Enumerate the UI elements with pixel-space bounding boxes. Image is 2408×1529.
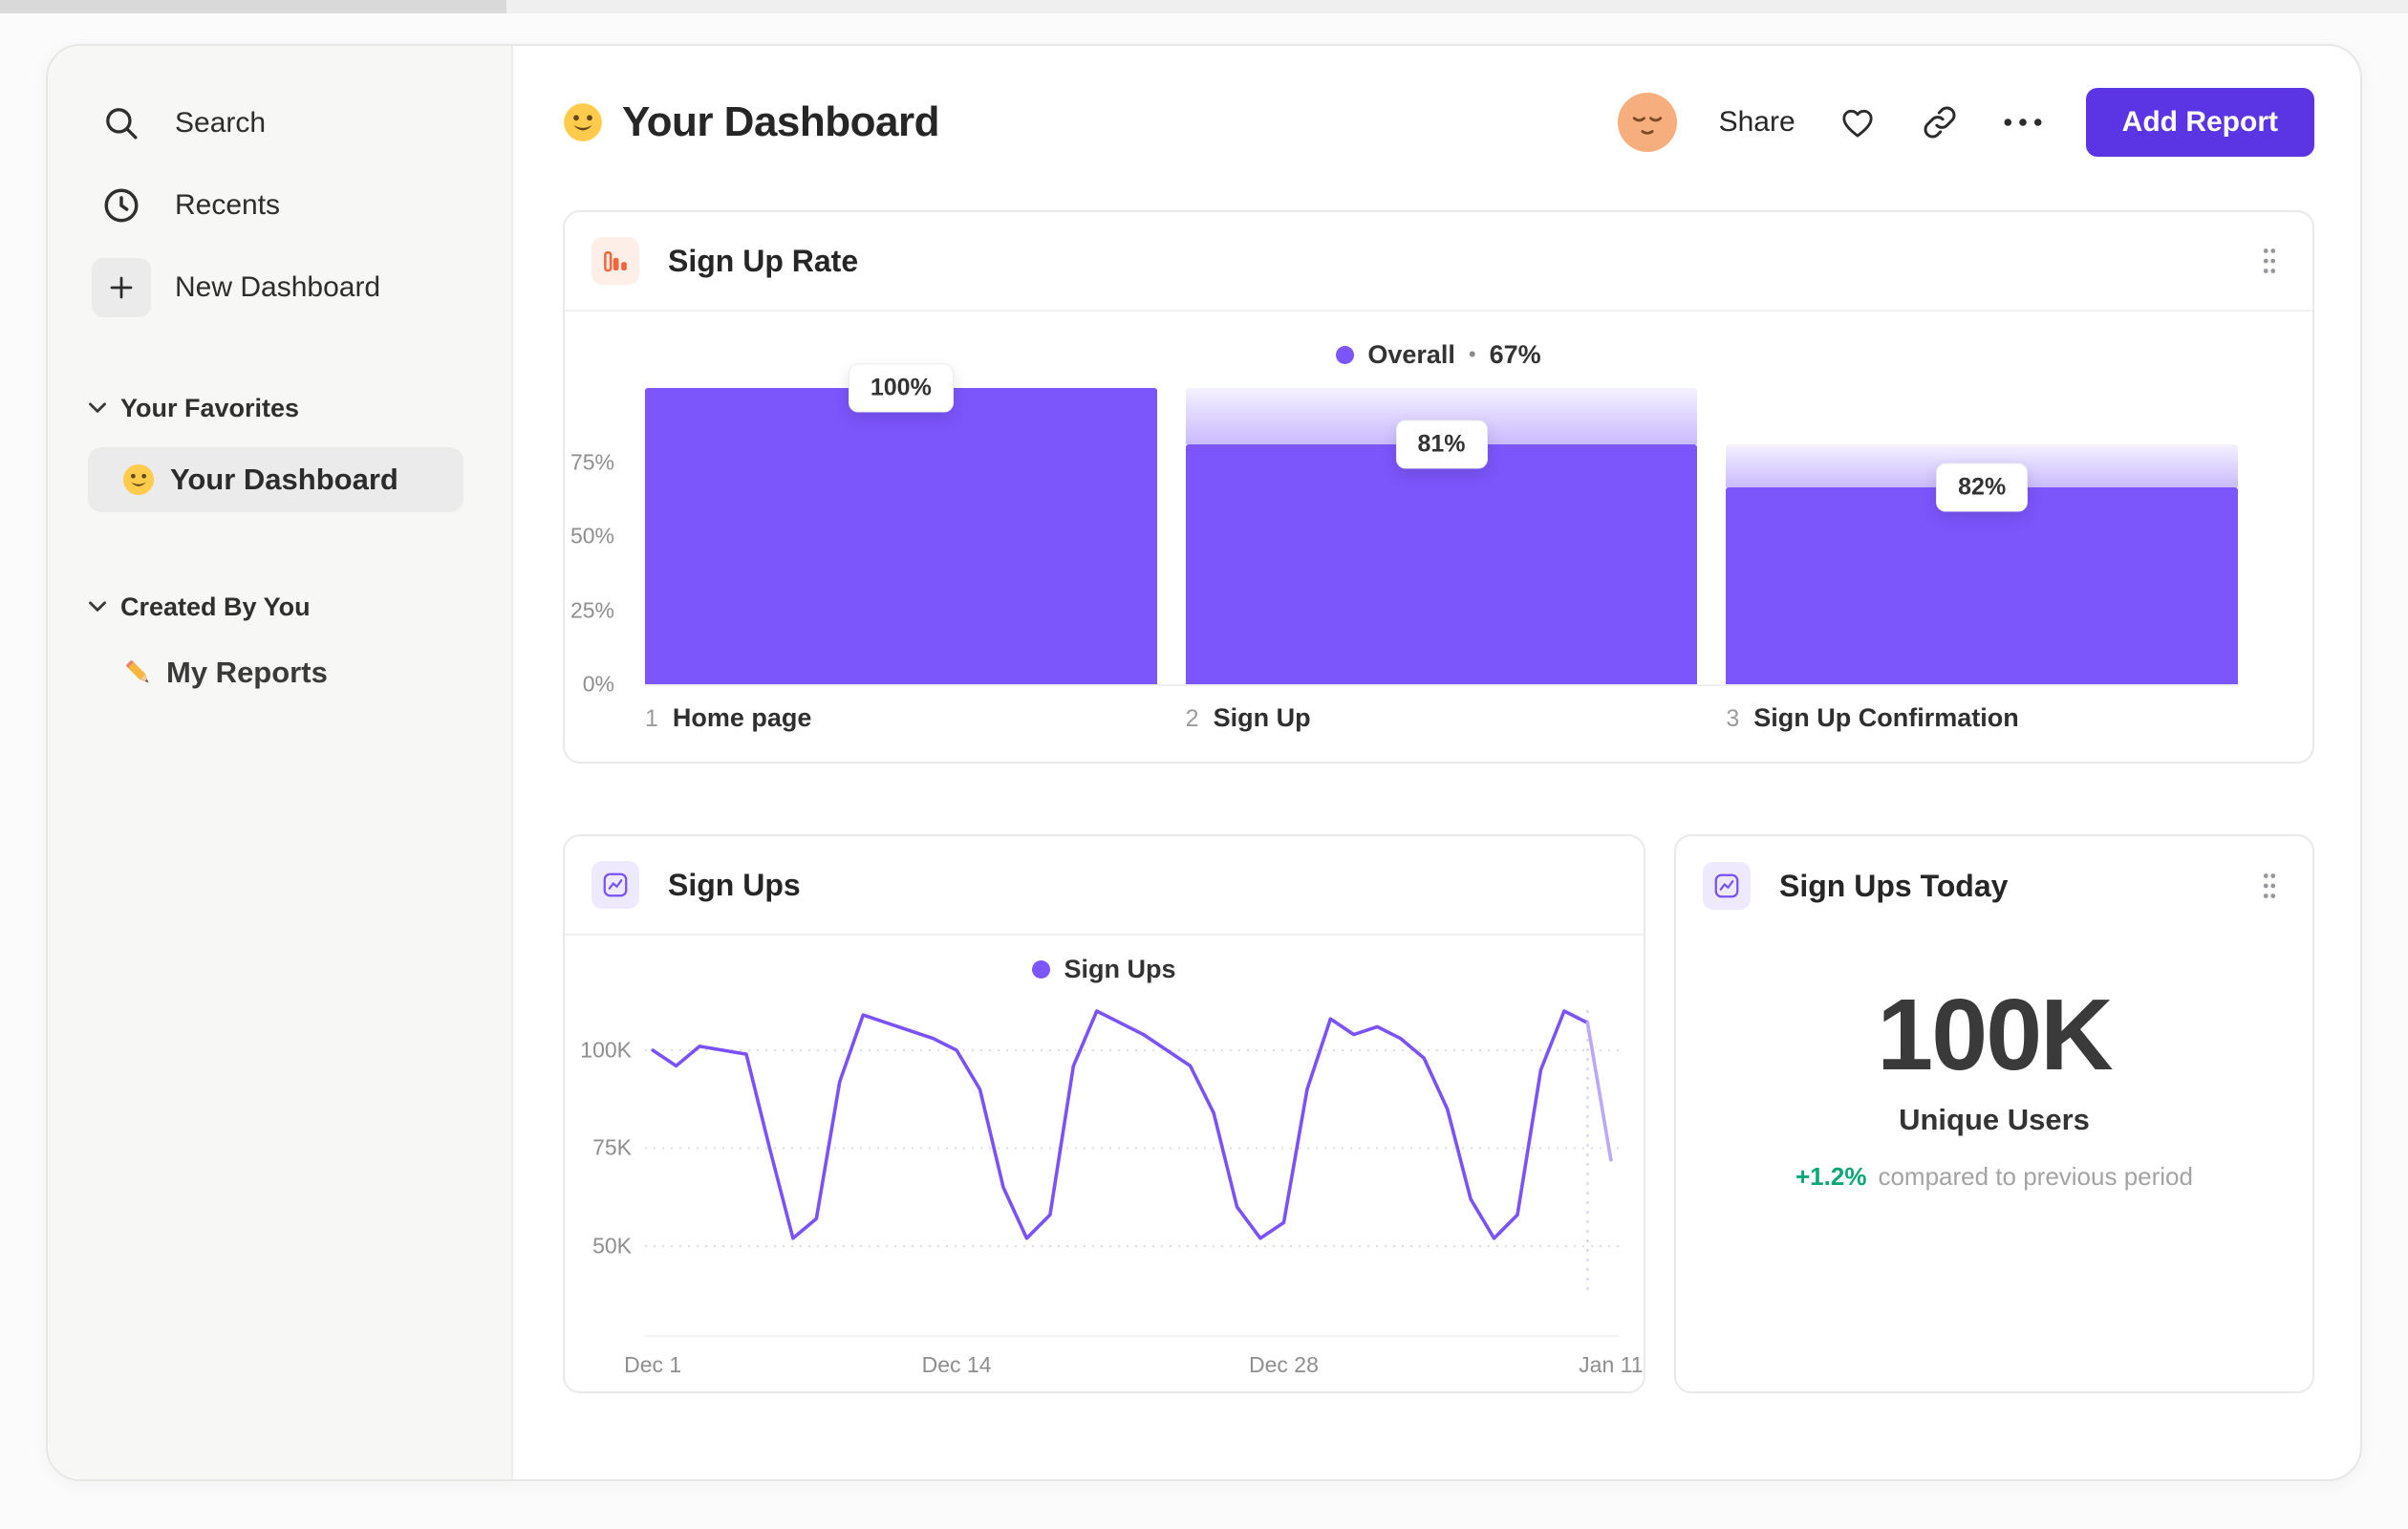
smiley-emoji-icon — [563, 102, 603, 142]
y-axis-tick-label: 50K — [592, 1233, 632, 1259]
legend-label: Overall — [1367, 339, 1455, 369]
legend-separator: • — [1468, 342, 1476, 366]
sign-up-rate-card: Sign Up Rate Overall • 67% 75% 50% 25% 0… — [563, 210, 2314, 764]
sidebar-item-label: Search — [175, 107, 267, 139]
sidebar-item-label: New Dashboard — [175, 271, 381, 303]
y-axis-tick-label: 75% — [570, 449, 614, 474]
step-number: 1 — [645, 705, 658, 732]
sidebar-item-label: Your Dashboard — [170, 463, 398, 496]
cards-row: Sign Ups Sign Ups 100K 75K 50K Dec 1 Dec 14… — [563, 834, 2314, 1393]
chevron-down-icon — [88, 401, 107, 415]
x-axis-tick-label: Dec 14 — [921, 1352, 992, 1377]
sign-ups-card: Sign Ups Sign Ups 100K 75K 50K Dec 1 Dec 14… — [563, 834, 1645, 1393]
funnel-step-labels: 1 Home page 2 Sign Up 3 Sign Up Confirma… — [645, 684, 2238, 762]
search-icon — [92, 94, 151, 153]
sidebar-item-recents[interactable]: Recents — [48, 164, 511, 247]
collaborator-avatar[interactable] — [1617, 93, 1677, 152]
funnel-bar-fill — [1185, 443, 1698, 684]
funnel-step-label: 2 Sign Up — [1186, 703, 1698, 733]
line-x-axis: Dec 1 Dec 14 Dec 28 Jan 11 — [624, 1335, 1644, 1390]
kpi-delta-row: +1.2% compared to previous period — [1795, 1162, 2193, 1192]
pencil-icon — [122, 657, 155, 689]
funnel-bar-home-page[interactable]: 100% — [645, 363, 1157, 684]
sign-ups-line-chart — [645, 997, 1619, 1335]
funnel-value-badge: 82% — [1936, 463, 2029, 512]
kpi-delta: +1.2% — [1795, 1161, 1867, 1191]
sign-ups-today-card: Sign Ups Today 100K Unique Users +1.2% c… — [1674, 834, 2314, 1393]
sidebar-item-your-dashboard[interactable]: Your Dashboard — [88, 447, 463, 512]
legend-dot — [1336, 345, 1355, 364]
funnel-step-label: 1 Home page — [645, 703, 1157, 733]
share-button[interactable]: Share — [1719, 106, 1795, 139]
dashboard-header: Your Dashboard Share Add Report — [563, 80, 2314, 164]
funnel-bar-fill — [1726, 487, 2239, 684]
line-legend: Sign Ups — [565, 947, 1644, 991]
funnel-y-axis: 75% 50% 25% 0% — [565, 388, 628, 697]
y-axis-tick-label: 100K — [580, 1037, 632, 1063]
kpi-delta-note: compared to previous period — [1878, 1161, 2193, 1191]
x-axis-tick-label: Dec 28 — [1249, 1352, 1319, 1377]
funnel-chart-icon — [591, 237, 639, 285]
funnel-value-badge: 81% — [1395, 420, 1488, 469]
step-name: Home page — [672, 703, 812, 732]
step-name: Sign Up — [1213, 703, 1311, 732]
step-name: Sign Up Confirmation — [1753, 703, 2019, 732]
section-title: Your Favorites — [120, 393, 300, 422]
favorites-section-header[interactable]: Your Favorites — [48, 382, 511, 434]
screen-edge-strip-dark — [0, 0, 506, 13]
app-window: Search Recents New Dashboard Your Favori — [46, 44, 2362, 1481]
kpi-label: Unique Users — [1899, 1102, 2090, 1136]
section-title: Created By You — [120, 592, 311, 621]
y-axis-tick-label: 50% — [570, 523, 614, 549]
legend-value: 67% — [1489, 339, 1541, 369]
drag-handle-icon[interactable] — [2255, 241, 2284, 281]
y-axis-tick-label: 75K — [592, 1134, 632, 1160]
smiley-emoji-icon — [122, 463, 155, 496]
funnel-bar-sign-up-confirmation[interactable]: 82% — [1726, 388, 2239, 684]
page-title: Your Dashboard — [622, 98, 940, 145]
main-content: Your Dashboard Share Add Report Sign Up … — [513, 46, 2360, 1479]
funnel-value-badge: 100% — [848, 363, 954, 413]
chevron-down-icon — [88, 600, 107, 614]
sidebar-item-new-dashboard[interactable]: New Dashboard — [48, 247, 511, 329]
legend-label: Sign Ups — [1064, 954, 1176, 983]
card-header: Sign Ups Today — [1676, 836, 2312, 936]
line-chart-icon — [591, 861, 639, 909]
metric-chart-icon — [1703, 862, 1751, 910]
y-axis-tick-label: 25% — [570, 597, 614, 622]
funnel-chart: 75% 50% 25% 0% 100% 81% 82% — [565, 363, 2312, 697]
y-axis-tick-label: 0% — [582, 671, 614, 697]
sidebar-item-search[interactable]: Search — [48, 82, 511, 164]
card-title: Sign Up Rate — [668, 243, 859, 278]
card-title: Sign Ups — [668, 867, 801, 902]
funnel-bars: 100% 81% 82% — [645, 363, 2239, 684]
funnel-bar-sign-up[interactable]: 81% — [1185, 388, 1698, 684]
funnel-legend: Overall • 67% — [565, 334, 2312, 375]
x-axis-tick-label: Jan 11 — [1579, 1352, 1644, 1377]
legend-dot — [1032, 959, 1051, 979]
kpi-value: 100K — [1877, 979, 2113, 1091]
drag-handle-icon[interactable] — [2255, 866, 2284, 906]
more-options-icon[interactable] — [2002, 117, 2044, 128]
copy-link-icon[interactable] — [1920, 102, 1960, 142]
sidebar-item-label: Recents — [175, 189, 281, 221]
created-section-header[interactable]: Created By You — [48, 581, 511, 633]
x-axis-tick-label: Dec 1 — [624, 1352, 682, 1377]
card-title: Sign Ups Today — [1779, 868, 2009, 903]
clock-icon — [92, 176, 151, 235]
favorite-heart-icon[interactable] — [1838, 103, 1878, 141]
line-plot: 100K 75K 50K — [578, 997, 1619, 1335]
sidebar-item-my-reports[interactable]: My Reports — [48, 642, 511, 703]
funnel-step-label: 3 Sign Up Confirmation — [1726, 703, 2238, 733]
sidebar-item-label: My Reports — [166, 656, 328, 689]
step-number: 3 — [1726, 705, 1740, 732]
card-header: Sign Up Rate — [565, 212, 2312, 312]
plus-icon — [92, 258, 151, 317]
funnel-bar-fill — [645, 388, 1157, 684]
add-report-button[interactable]: Add Report — [2085, 88, 2314, 157]
kpi-body: 100K Unique Users +1.2% compared to prev… — [1676, 936, 2312, 1192]
card-header: Sign Ups — [565, 836, 1644, 936]
sidebar: Search Recents New Dashboard Your Favori — [48, 46, 513, 1479]
step-number: 2 — [1185, 705, 1199, 732]
